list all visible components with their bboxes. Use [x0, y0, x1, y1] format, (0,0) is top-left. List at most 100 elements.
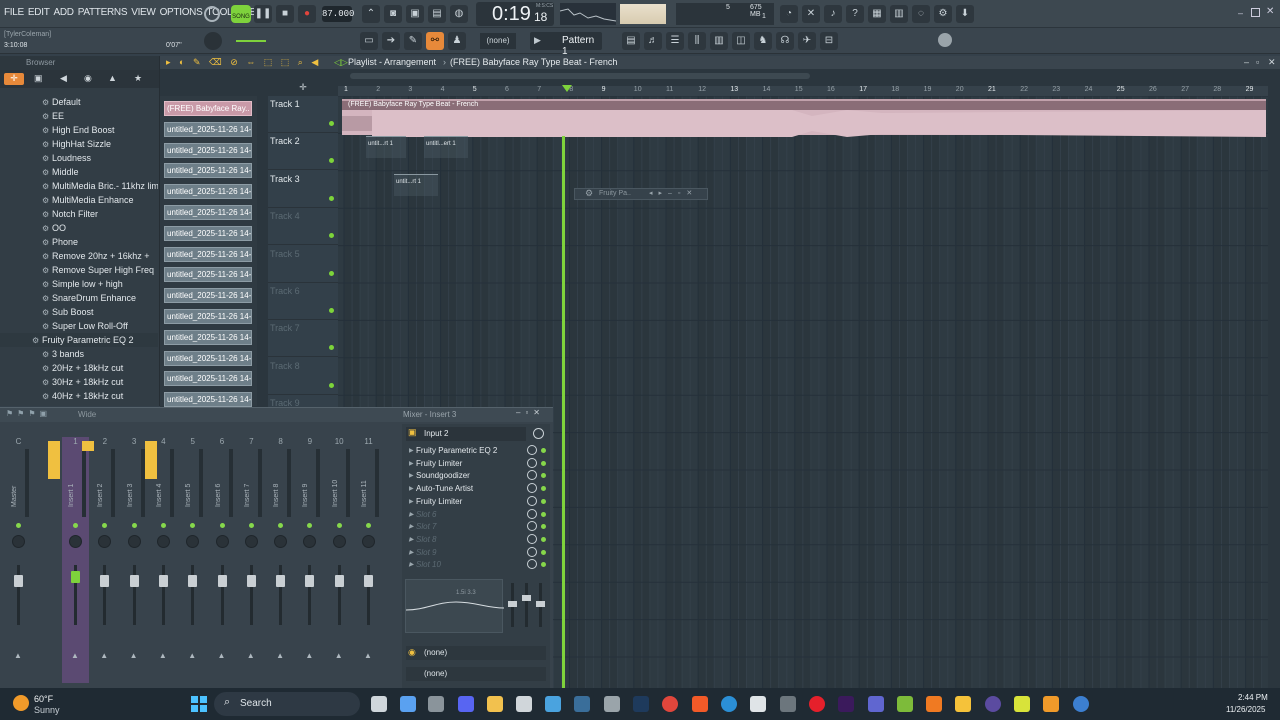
channel-route-icon[interactable]: ▲	[14, 651, 22, 660]
news-icon[interactable]	[938, 33, 952, 47]
pattern-icon[interactable]: ▭	[360, 32, 378, 50]
close-icon[interactable]: ✕	[1266, 6, 1274, 17]
slot-enable-led[interactable]	[541, 536, 546, 542]
browser-view-icon[interactable]: ▥	[710, 32, 728, 50]
effect-slot[interactable]: ▶ Soundgoodizer	[408, 470, 526, 482]
channel-enable-led[interactable]	[190, 523, 196, 528]
floating-plugin-window[interactable]: ⚙ Fruity Pa.. ◂▸–▫✕	[574, 188, 708, 200]
track-mute-led[interactable]	[329, 270, 334, 276]
channel-route-icon[interactable]: ▲	[159, 651, 167, 660]
channel-enable-led[interactable]	[160, 523, 166, 528]
browser-item[interactable]: ⚙ EE	[0, 109, 158, 123]
plugin-icon[interactable]: ◉	[84, 73, 92, 84]
slot-mix-knob[interactable]	[527, 445, 537, 455]
browser-item[interactable]: ⚙ Default	[0, 95, 158, 109]
track-header[interactable]: Track 3	[268, 171, 338, 208]
track-header[interactable]: Track 8	[268, 358, 338, 395]
chatgpt-icon[interactable]	[516, 696, 532, 712]
brave-icon[interactable]	[692, 696, 708, 712]
channel-pan-knob[interactable]	[12, 535, 25, 548]
record-button[interactable]: ●	[298, 5, 316, 23]
browser-item[interactable]: ⚙ Super Low Roll-Off	[0, 319, 158, 333]
teams-icon[interactable]	[868, 696, 884, 712]
task-view-icon[interactable]	[371, 696, 387, 712]
channel-fader[interactable]	[217, 575, 227, 587]
audio-clip-track1[interactable]: (FREE) Babyface Ray Type Beat - French	[342, 99, 1266, 137]
channel-pan-knob[interactable]	[274, 535, 288, 548]
slot-mix-knob[interactable]	[527, 546, 537, 557]
app3-icon[interactable]	[780, 696, 796, 712]
mixer-insert-channel[interactable]: 5 Insert 5 ▲	[179, 437, 206, 683]
channel-pan-knob[interactable]	[244, 535, 258, 548]
media-icon[interactable]	[985, 696, 1001, 712]
browser-item[interactable]: ⚙ Loudness	[0, 151, 158, 165]
back-icon[interactable]: ◀	[60, 73, 67, 84]
channel-enable-led[interactable]	[219, 523, 225, 528]
channel-fader[interactable]	[276, 575, 286, 587]
browser-item[interactable]: ⚙ 3 bands	[0, 347, 158, 361]
browser-item[interactable]: ⚙ HighHat Sizzle	[0, 137, 158, 151]
browser-item[interactable]: ⚙ Sub Boost	[0, 305, 158, 319]
track-mute-led[interactable]	[329, 158, 334, 164]
download-icon[interactable]: ⬇	[956, 5, 974, 23]
folder-icon[interactable]: ▣	[34, 73, 43, 84]
effect-slot[interactable]: ▶ Fruity Parametric EQ 2	[408, 445, 526, 457]
app6-icon[interactable]	[1014, 696, 1030, 712]
copilot-icon[interactable]	[400, 696, 416, 712]
clip-source-item[interactable]: untitled_2025-11-26 14-..	[164, 350, 252, 366]
star-icon[interactable]: ★	[134, 73, 142, 84]
mixer-window-controls[interactable]: –▫✕	[516, 408, 545, 417]
browser-item[interactable]: ⚙ SnareDrum Enhance	[0, 291, 158, 305]
link-icon[interactable]: ⚯	[426, 32, 444, 50]
clip-source-item[interactable]: untitled_2025-11-26 14-..	[164, 267, 252, 283]
app-icon[interactable]	[428, 696, 444, 712]
clip-source-item[interactable]: untitled_2025-11-26 14-..	[164, 225, 252, 241]
effect-slot[interactable]: ▶ Fruity Limiter	[408, 458, 526, 470]
app4-icon[interactable]	[897, 696, 913, 712]
channel-pan-knob[interactable]	[186, 535, 200, 548]
channel-fader[interactable]	[246, 575, 256, 587]
piano-roll-icon[interactable]: ♬	[644, 32, 662, 50]
step-edit-icon[interactable]: ▤	[428, 5, 446, 23]
playlist-icon[interactable]: ▤	[622, 32, 640, 50]
playlist-scrollbar[interactable]	[350, 73, 810, 79]
photos-icon[interactable]	[545, 696, 561, 712]
clip-source-item[interactable]: untitled_2025-11-26 14-..	[164, 246, 252, 262]
taskbar-search[interactable]: ⌕ Search	[214, 692, 360, 716]
mixer-insert-channel[interactable]: 6 Insert 6 ▲	[209, 437, 236, 683]
track-header[interactable]: Track 6	[268, 283, 338, 320]
time-display[interactable]: 0:19 0:19 18 M:S:CS	[476, 2, 554, 26]
play-pattern-icon[interactable]: ◁▷	[334, 56, 348, 69]
clip-source-item[interactable]: untitled_2025-11-26 14-..	[164, 392, 252, 408]
clip-source-item[interactable]: untitled_2025-11-26 14-..	[164, 288, 252, 304]
playlist-maximize-icon[interactable]: ▫	[1256, 56, 1259, 69]
plugin-db-icon[interactable]: ◫	[732, 32, 750, 50]
channel-pan-knob[interactable]	[69, 535, 82, 548]
channel-pan-knob[interactable]	[332, 535, 346, 548]
send-select-1[interactable]: ◉ (none)	[406, 646, 546, 660]
fl-studio-icon[interactable]	[1043, 696, 1059, 712]
slot-mix-knob[interactable]	[527, 457, 537, 468]
channel-enable-led[interactable]	[131, 523, 137, 528]
channel-enable-led[interactable]	[102, 523, 108, 528]
track-mute-led[interactable]	[329, 233, 334, 239]
browser-menu-icon[interactable]: ✛	[4, 73, 24, 85]
playhead-marker[interactable]	[562, 85, 572, 92]
settings-app-icon[interactable]	[604, 696, 620, 712]
input-settings-icon[interactable]	[533, 428, 544, 439]
photoshop-icon[interactable]	[633, 696, 649, 712]
wait-icon[interactable]: ◙	[384, 5, 402, 23]
maximize-icon[interactable]	[1251, 8, 1260, 17]
tempo-display[interactable]: 87.000	[322, 6, 354, 22]
channel-route-icon[interactable]: ▲	[130, 651, 138, 660]
mixer-insert-channel[interactable]: 1 Insert 1 ▲	[62, 437, 89, 683]
stop-button[interactable]: ■	[276, 5, 294, 23]
slot-enable-led[interactable]	[541, 448, 546, 453]
effect-slot[interactable]: ▶ Slot 10	[408, 559, 526, 571]
channel-pan-knob[interactable]	[303, 535, 317, 548]
fx-icon[interactable]: ✈	[798, 32, 816, 50]
track-mute-led[interactable]	[329, 382, 334, 388]
clip-source-item[interactable]: untitled_2025-11-26 14-..	[164, 371, 252, 387]
track-mute-led[interactable]	[329, 345, 334, 351]
channel-fader[interactable]	[364, 575, 373, 587]
